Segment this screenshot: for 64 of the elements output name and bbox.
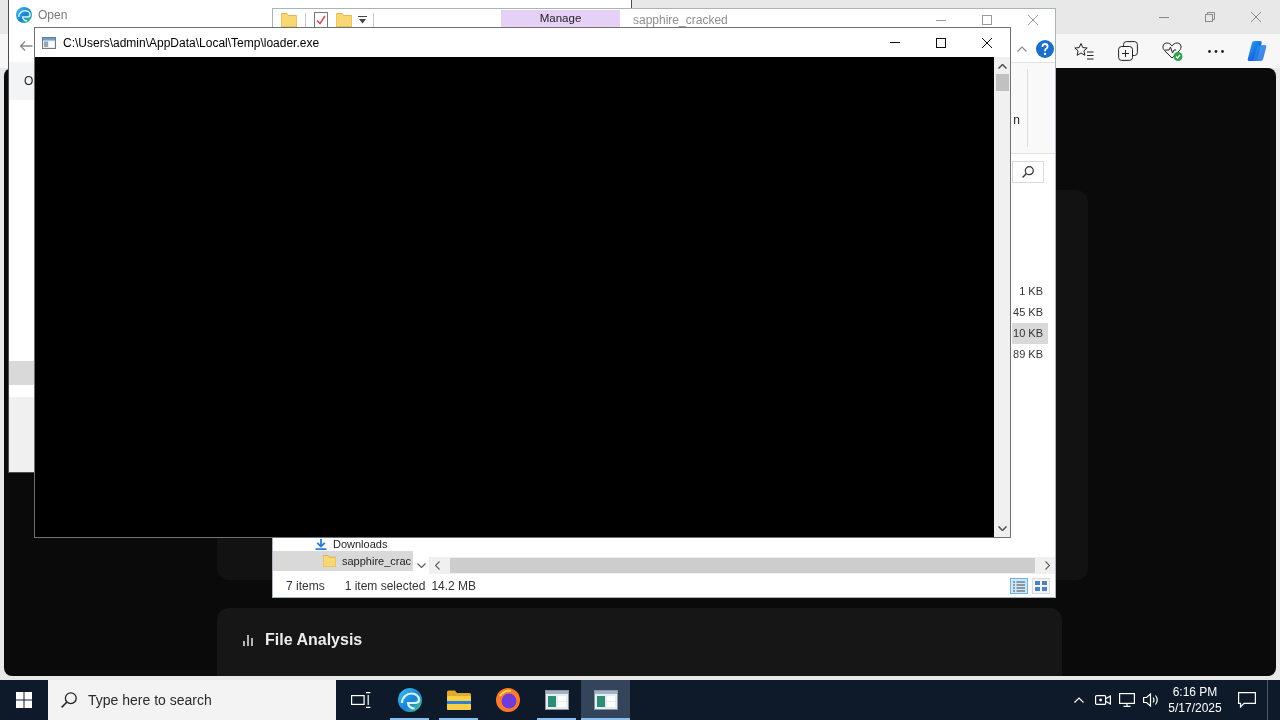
window-icon [42,36,56,49]
notification-icon[interactable] [1238,692,1256,708]
more-icon[interactable] [1208,49,1224,53]
swirl-logo-icon [397,688,422,712]
window-icon [593,690,618,710]
section-title: File Analysis [265,630,363,650]
close-icon[interactable] [982,37,992,48]
command-text[interactable]: O [24,74,34,88]
clock-time[interactable]: 6:16 PM [1172,684,1218,700]
folder-icon [323,555,336,567]
dropdown-icon[interactable] [358,16,367,24]
back-arrow-icon[interactable] [19,40,33,52]
caret-up-icon[interactable] [997,64,1007,69]
monitor-icon[interactable] [1119,693,1135,707]
caret-left-icon[interactable] [435,561,440,570]
restore-icon[interactable] [1205,12,1215,22]
caret-down-icon[interactable] [416,563,426,568]
camera-icon[interactable] [1095,693,1111,707]
document-check-icon[interactable] [314,12,328,28]
window-title: Open [38,8,68,22]
scrollbar-thumb[interactable] [995,74,1009,91]
caret-down-icon[interactable] [997,526,1007,531]
help-icon[interactable] [1036,39,1054,58]
windows-logo-icon[interactable] [16,692,32,708]
search-icon [1022,166,1034,178]
add-stack-icon[interactable] [1118,41,1138,61]
minimize-icon[interactable] [1159,16,1169,18]
scrollbar[interactable] [429,557,1055,574]
nav-item[interactable]: sapphire_crac [273,551,413,571]
status-text: 7 items [286,578,325,593]
star-list-icon[interactable] [1074,42,1094,60]
ribbon-logo-icon[interactable] [1246,40,1268,62]
file-size[interactable]: 1 KB [1012,281,1048,302]
ribbon-label[interactable]: n [1013,113,1020,127]
status-text: 14.2 MB [431,578,477,593]
file-size[interactable]: 10 KB [1012,323,1048,344]
minimize-icon[interactable] [936,19,946,21]
file-size[interactable]: 45 KB [1012,302,1048,323]
search-icon [61,692,77,708]
file-size[interactable]: 89 KB [1012,344,1048,365]
folder-icon [446,690,471,710]
clock-date[interactable]: 5/17/2025 [1168,700,1222,716]
task-view-icon[interactable] [350,692,371,708]
scrollbar-thumb[interactable] [450,558,1035,573]
nav-item[interactable]: Downloads [273,538,413,551]
heart-pulse-icon[interactable] [1161,41,1183,61]
taskbar-button[interactable] [581,680,630,720]
search-field[interactable] [1012,161,1044,183]
caret-right-icon[interactable] [1044,561,1050,570]
maximize-icon[interactable] [936,37,946,48]
ribbon-tab[interactable]: Manage [501,10,620,27]
download-icon [315,539,327,550]
search-field[interactable]: Type here to search [48,680,336,720]
window-title: sapphire_cracked [633,13,728,27]
window-icon [544,690,569,710]
ring-logo-icon [495,688,520,712]
status-text: 1 item selected [344,578,426,593]
bar-chart-icon [243,634,253,646]
swirl-logo-icon [16,7,32,23]
details-view-icon[interactable] [1010,577,1028,594]
large-icons-view-icon[interactable] [1032,577,1050,594]
volume-icon[interactable] [1143,693,1159,707]
window-title: C:\Users\admin\AppData\Local\Temp\loader.exe [63,35,320,50]
scrollbar[interactable] [994,57,1010,537]
